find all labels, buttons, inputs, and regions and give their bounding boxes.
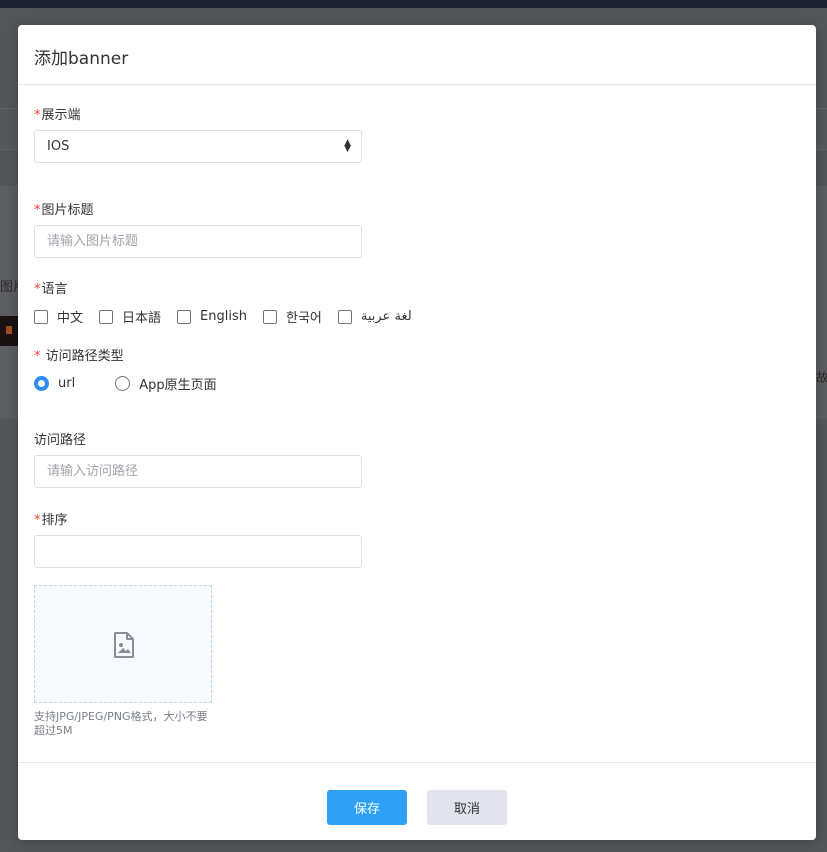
checkbox-icon[interactable] <box>99 309 114 324</box>
checkbox-icon[interactable] <box>34 309 48 324</box>
platform-select[interactable]: IOS ▲ ▼ <box>34 130 362 163</box>
image-placeholder-icon <box>114 632 134 658</box>
path-type-options: url App原生页面 <box>34 374 257 393</box>
dialog-footer: 保存 取消 <box>18 762 816 841</box>
sort-label: *排序 <box>34 513 68 528</box>
cancel-button[interactable]: 取消 <box>427 790 507 825</box>
path-label: 访问路径 <box>34 433 87 448</box>
path-type-option-url[interactable]: url <box>34 376 75 391</box>
dialog-title: 添加banner <box>34 49 129 69</box>
path-type-option-native[interactable]: App原生页面 <box>115 374 217 393</box>
language-label: *语言 <box>34 282 68 297</box>
language-option-en[interactable]: English <box>177 309 247 324</box>
checkbox-icon[interactable] <box>262 309 277 324</box>
language-option-zh[interactable]: 中文 <box>34 307 83 326</box>
save-button[interactable]: 保存 <box>327 790 407 825</box>
checkbox-icon[interactable] <box>177 309 192 324</box>
background-thumbnail <box>0 316 18 346</box>
add-banner-dialog: 添加banner *展示端 IOS ▲▼ *图片标题 *语言 中文 日本語 En… <box>18 25 816 840</box>
platform-label: *展示端 <box>34 108 81 123</box>
upload-hint: 支持JPG/JPEG/PNG格式，大小不要超过5M <box>34 710 208 737</box>
background-cell-text: 故: <box>816 371 827 386</box>
language-options: 中文 日本語 English 한국어 لغة عربية <box>34 307 428 326</box>
image-upload-area[interactable] <box>34 585 212 703</box>
dialog-header: 添加banner <box>18 25 816 85</box>
background-topbar <box>0 0 827 8</box>
path-input[interactable] <box>34 455 362 488</box>
sort-input[interactable] <box>34 535 362 568</box>
path-type-label: * 访问路径类型 <box>34 349 124 364</box>
checkbox-icon[interactable] <box>337 309 352 324</box>
select-arrows-icon: ▲ ▼ <box>344 138 351 154</box>
platform-select-value: IOS <box>47 139 70 154</box>
image-title-input[interactable] <box>34 225 362 258</box>
language-option-ar[interactable]: لغة عربية <box>337 309 412 324</box>
language-option-ja[interactable]: 日本語 <box>99 307 161 326</box>
image-title-label: *图片标题 <box>34 203 94 218</box>
radio-selected-icon[interactable] <box>34 376 49 391</box>
language-option-ko[interactable]: 한국어 <box>262 307 322 326</box>
radio-icon[interactable] <box>115 376 131 391</box>
